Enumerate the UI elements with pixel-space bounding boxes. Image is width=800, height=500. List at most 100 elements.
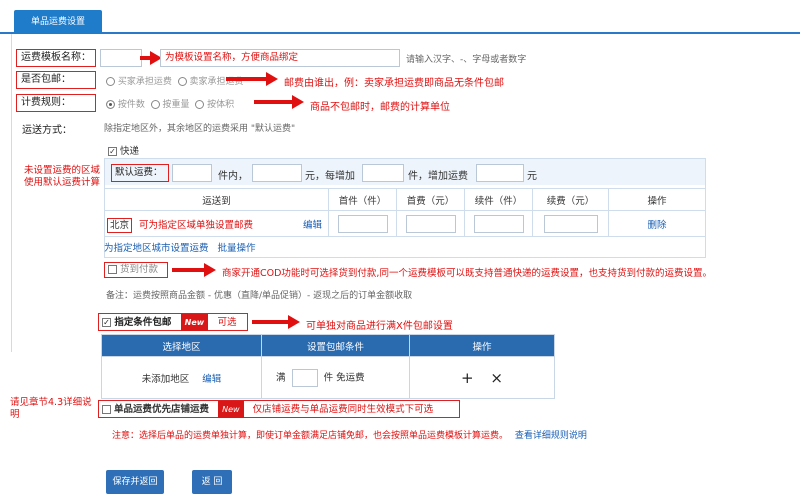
template-name-input[interactable]: 为模板设置名称，方便商品绑定 <box>160 49 400 67</box>
col-add-fee: 续费（元） <box>532 188 609 211</box>
col-first-count: 首件（件） <box>328 188 397 211</box>
conditional-free-option[interactable]: ✓ 指定条件包邮 New 可选 <box>98 313 248 331</box>
priority-side-note: 请见章节4.3详细说明 <box>10 397 92 420</box>
region-links: 为指定地区城市设置运费 批量操作 <box>104 240 256 254</box>
add-count-input[interactable] <box>473 214 524 233</box>
back-button[interactable]: 返 回 <box>192 470 232 494</box>
delete-region-link[interactable]: 删除 <box>608 210 706 237</box>
cod-checkbox[interactable] <box>108 265 117 274</box>
remove-icon[interactable]: × <box>490 369 503 387</box>
condition-count-input[interactable] <box>291 368 318 387</box>
no-region-text: 未添加地区 <box>141 373 190 385</box>
free-shipping-options: 买家承担运费 卖家承担运费 <box>106 74 244 87</box>
col-free-condition: 设置包邮条件 <box>261 334 410 357</box>
default-first-fee-input[interactable] <box>252 164 302 182</box>
first-count-input[interactable] <box>337 214 388 233</box>
conditional-free-label: 指定条件包邮 <box>114 317 172 328</box>
col-add-count: 续件（件） <box>464 188 533 211</box>
add-fee-input[interactable] <box>543 214 598 233</box>
rules-detail-link[interactable]: 查看详细规则说明 <box>515 431 587 441</box>
priority-option[interactable]: 单品运费优先店铺运费 New 仅店铺运费与单品运费同时生效模式下可选 <box>98 400 460 418</box>
default-freight-label: 默认运费： <box>111 164 169 182</box>
conditional-free-table: 选择地区 设置包邮条件 操作 未添加地区 编辑 满 件 免运费 + × <box>101 334 555 399</box>
table-row: 北京 可为指定区域单独设置邮费 编辑 删除 <box>104 210 706 237</box>
radio-by-count[interactable] <box>106 100 115 109</box>
first-count-cell <box>328 210 397 237</box>
express-checkbox[interactable]: ✓ <box>108 147 117 156</box>
priority-note: 仅店铺运费与单品运费同时生效模式下可选 <box>252 404 434 415</box>
template-name-hint: 请输入汉字、-、字母或者数字 <box>406 55 527 65</box>
col-select-region: 选择地区 <box>101 334 262 357</box>
new-badge: New <box>180 314 209 331</box>
add-icon[interactable]: + <box>461 369 474 387</box>
pricing-rule-options: 按件数 按重量 按体积 <box>106 97 234 110</box>
radio-buyer-pays-label: 买家承担运费 <box>117 77 172 87</box>
radio-seller-pays[interactable] <box>177 77 187 86</box>
free-shipping-label: 是否包邮： <box>16 71 96 89</box>
table-header-row: 选择地区 设置包邮条件 操作 <box>101 334 555 357</box>
priority-checkbox[interactable] <box>102 405 111 414</box>
default-freight-side-note: 未设置运费的区域使用默认运费计算 <box>24 165 101 188</box>
add-count-cell <box>464 210 533 237</box>
left-divider <box>11 34 12 352</box>
arrow-icon <box>226 72 278 86</box>
first-fee-input[interactable] <box>405 214 456 233</box>
radio-by-volume[interactable] <box>195 100 205 109</box>
remark-text: 备注：运费按照商品金额 - 优惠（直降/单品促销）- 返现之后的订单金额收取 <box>106 291 413 301</box>
optional-text: 可选 <box>217 317 237 328</box>
radio-by-weight-label: 按重量 <box>162 100 190 110</box>
cod-note: 商家开通COD功能时可选择货到付款,同一个运费模板可以既支持普通快递的运费设置，… <box>222 268 712 279</box>
new-badge: New <box>218 401 244 418</box>
condition-operations: + × <box>409 356 555 399</box>
delivery-method-hint: 除指定地区外，其余地区的运费采用 "默认运费" <box>104 124 296 134</box>
default-add-count-input[interactable] <box>362 164 404 182</box>
arrow-icon <box>252 315 300 329</box>
edit-region-link[interactable]: 编辑 <box>303 217 322 231</box>
table-row: 未添加地区 编辑 满 件 免运费 + × <box>101 356 555 399</box>
default-freight-text-1: 件内， <box>218 171 248 182</box>
col-destination: 运送到 <box>104 188 329 211</box>
delivery-method-label: 运送方式： <box>22 125 72 136</box>
tab-single-freight[interactable]: 单品运费设置 <box>14 10 102 34</box>
express-option[interactable]: ✓ 快递 <box>108 143 139 157</box>
priority-label: 单品运费优先店铺运费 <box>114 404 210 415</box>
conditional-free-note: 可单独对商品进行满X件包邮设置 <box>306 321 453 332</box>
express-label: 快递 <box>120 146 140 157</box>
pricing-rule-label: 计费规则： <box>16 94 96 112</box>
default-freight-text-3: 件，增加运费 <box>408 171 468 182</box>
notice-text: 注意：选择后单品的运费单独计算，即使订单金额满足店铺免邮，也会按照单品运费模板计… <box>112 428 587 441</box>
default-freight-text-4: 元 <box>527 171 537 182</box>
region-freight-table: 运送到 首件（件） 首费（元） 续件（件） 续费（元） 操作 北京 可为指定区域… <box>104 188 706 237</box>
add-region-link[interactable]: 为指定地区城市设置运费 <box>104 243 209 254</box>
condition-suffix: 件 免运费 <box>323 372 365 383</box>
radio-by-weight[interactable] <box>150 100 160 109</box>
cod-option[interactable]: 货到付款 <box>104 262 168 278</box>
cod-label: 货到付款 <box>120 264 159 275</box>
condition-cell: 满 件 免运费 <box>261 356 410 399</box>
batch-operation-link[interactable]: 批量操作 <box>218 243 256 254</box>
col-operation: 操作 <box>608 188 706 211</box>
pricing-rule-note: 商品不包邮时，邮费的计算单位 <box>310 102 450 113</box>
save-and-return-button[interactable]: 保存并返回 <box>106 470 164 494</box>
arrow-icon <box>140 51 162 65</box>
template-name-field[interactable] <box>100 49 142 67</box>
arrow-icon <box>254 95 304 109</box>
arrow-icon <box>172 263 216 277</box>
condition-region-cell: 未添加地区 编辑 <box>101 356 262 399</box>
edit-condition-region-link[interactable]: 编辑 <box>202 374 221 385</box>
col-first-fee: 首费（元） <box>396 188 465 211</box>
free-shipping-note: 邮费由谁出，例：卖家承担运费即商品无条件包邮 <box>284 78 504 89</box>
default-add-fee-input[interactable] <box>476 164 524 182</box>
col-condition-operation: 操作 <box>409 334 555 357</box>
default-freight-text-2: 元，每增加 <box>305 171 355 182</box>
default-first-count-input[interactable] <box>172 164 212 182</box>
tab-bar: 单品运费设置 <box>0 0 800 34</box>
radio-buyer-pays[interactable] <box>106 77 115 86</box>
region-name: 北京 <box>107 217 133 233</box>
notice-body: 注意：选择后单品的运费单独计算，即使订单金额满足店铺免邮，也会按照单品运费模板计… <box>112 431 509 441</box>
conditional-free-checkbox[interactable]: ✓ <box>102 318 111 327</box>
radio-by-count-label: 按件数 <box>117 100 145 110</box>
add-fee-cell <box>532 210 609 237</box>
region-note: 可为指定区域单独设置邮费 <box>139 219 254 231</box>
first-fee-cell <box>396 210 465 237</box>
